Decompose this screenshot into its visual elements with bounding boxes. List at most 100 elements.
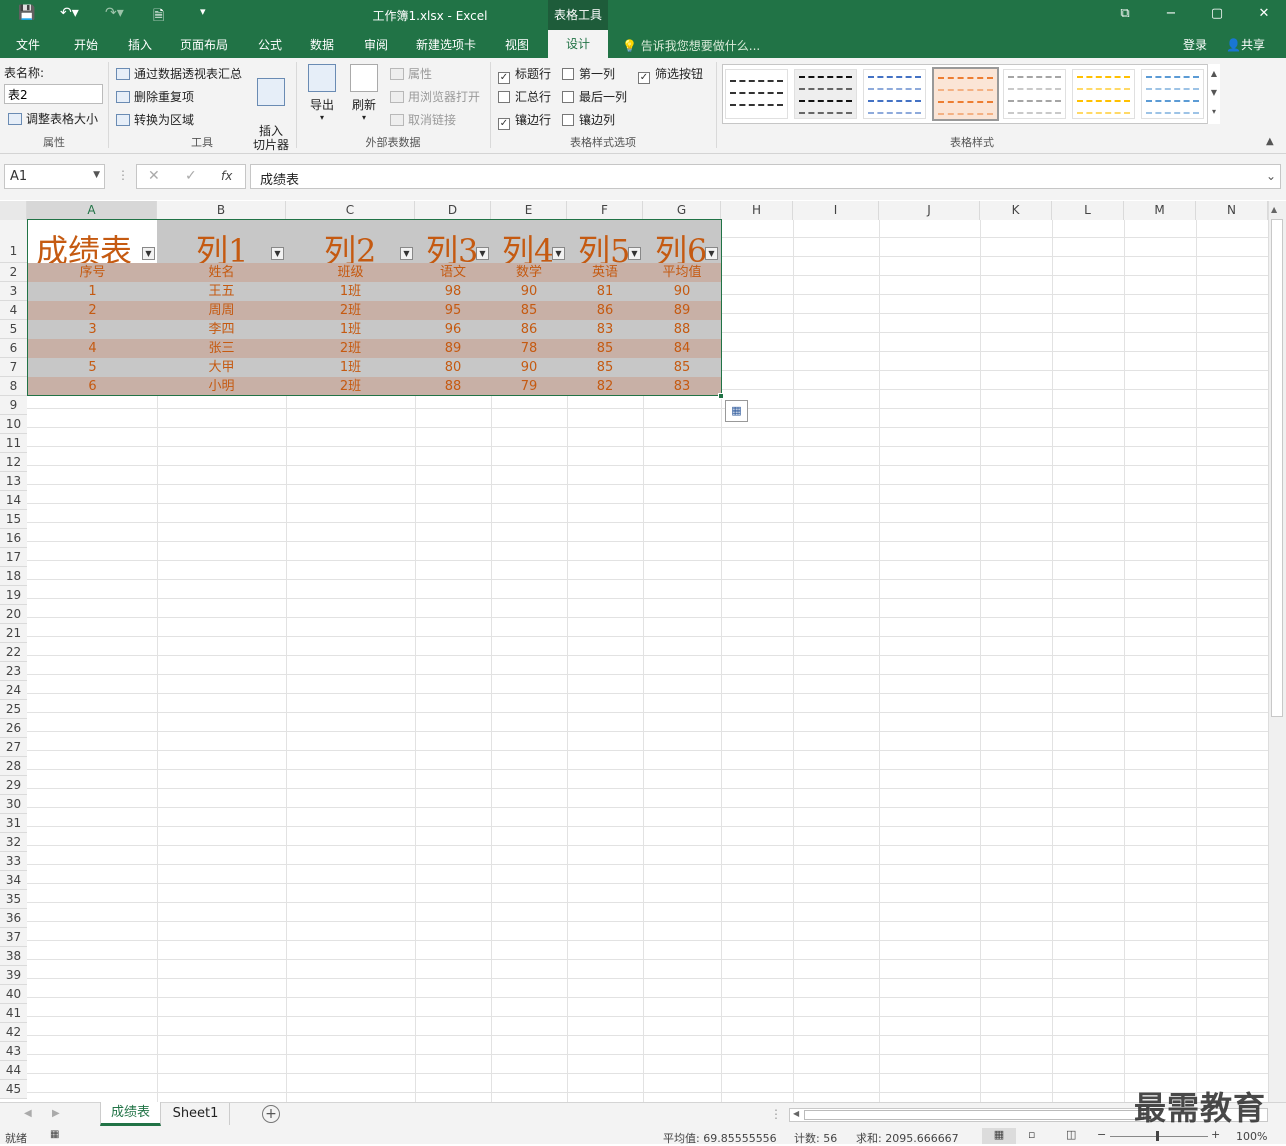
style-swatch[interactable] xyxy=(1072,69,1135,119)
tab-file[interactable]: 文件 xyxy=(16,36,40,53)
collapse-ribbon-icon[interactable]: ▲ xyxy=(1266,136,1274,147)
table-cell[interactable]: 82 xyxy=(567,377,643,396)
scroll-up-icon[interactable]: ▲ xyxy=(1271,205,1277,214)
table-cell[interactable]: 序号 xyxy=(28,263,157,282)
row-header[interactable]: 35 xyxy=(0,890,27,909)
table-cell[interactable]: 英语 xyxy=(567,263,643,282)
unlink-button[interactable]: 取消链接 xyxy=(390,111,456,128)
row-header[interactable]: 7 xyxy=(0,358,27,377)
row-header[interactable]: 5 xyxy=(0,320,27,339)
row-header[interactable]: 28 xyxy=(0,757,27,776)
tab-design[interactable]: 设计 xyxy=(548,30,608,58)
column-header[interactable]: F xyxy=(567,201,643,220)
table-cell[interactable]: 5 xyxy=(28,358,157,377)
row-header[interactable]: 9 xyxy=(0,396,27,415)
pivot-summary-button[interactable]: 通过数据透视表汇总 xyxy=(116,65,242,82)
table-cell[interactable]: 数学 xyxy=(491,263,567,282)
page-layout-view-icon[interactable]: ▫ xyxy=(1028,1128,1035,1141)
table-cell[interactable]: 85 xyxy=(567,339,643,358)
fill-handle[interactable] xyxy=(718,393,724,399)
style-swatch[interactable] xyxy=(794,69,857,119)
total-row-checkbox[interactable]: 汇总行 xyxy=(498,88,551,105)
select-all-corner[interactable] xyxy=(0,201,27,220)
style-swatch[interactable] xyxy=(863,69,926,119)
column-header[interactable]: E xyxy=(491,201,567,220)
row-header[interactable]: 21 xyxy=(0,624,27,643)
filter-dropdown-icon[interactable]: ▼ xyxy=(142,247,155,260)
resize-table-button[interactable]: 调整表格大小 xyxy=(8,110,98,127)
table-cell[interactable]: 89 xyxy=(415,339,491,358)
table-cell[interactable]: 周周 xyxy=(157,301,286,320)
column-header[interactable]: B xyxy=(157,201,286,220)
cancel-icon[interactable]: ✕ xyxy=(148,168,160,184)
row-header[interactable]: 37 xyxy=(0,928,27,947)
row-header[interactable]: 10 xyxy=(0,415,27,434)
scroll-left-icon[interactable]: ◀ xyxy=(793,1109,799,1118)
row-header[interactable]: 3 xyxy=(0,282,27,301)
table-cell[interactable]: 6 xyxy=(28,377,157,396)
table-cell[interactable]: 1班 xyxy=(286,358,415,377)
table-cell[interactable]: 84 xyxy=(643,339,721,358)
macro-record-icon[interactable]: ▦ xyxy=(50,1129,59,1140)
horizontal-scroll-thumb[interactable] xyxy=(804,1110,1144,1120)
row-header[interactable]: 1 xyxy=(0,220,27,263)
table-cell[interactable]: 90 xyxy=(643,282,721,301)
table-cell[interactable]: 1班 xyxy=(286,282,415,301)
sheet-tab-active[interactable]: 成绩表 xyxy=(100,1102,161,1126)
row-header[interactable]: 44 xyxy=(0,1061,27,1080)
column-header[interactable]: M xyxy=(1124,201,1196,220)
filter-dropdown-icon[interactable]: ▼ xyxy=(705,247,718,260)
row-header[interactable]: 13 xyxy=(0,472,27,491)
table-cell[interactable]: 79 xyxy=(491,377,567,396)
quick-analysis-icon[interactable]: ▦ xyxy=(725,400,748,422)
last-column-checkbox[interactable]: 最后一列 xyxy=(562,88,627,105)
formula-input[interactable]: 成绩表 ⌄ xyxy=(250,164,1281,189)
table-cell[interactable]: 88 xyxy=(643,320,721,339)
restore-button[interactable]: ▢ xyxy=(1202,6,1232,21)
row-header[interactable]: 2 xyxy=(0,263,27,282)
row-header[interactable]: 32 xyxy=(0,833,27,852)
filter-dropdown-icon[interactable]: ▼ xyxy=(271,247,284,260)
add-sheet-icon[interactable]: + xyxy=(262,1105,280,1123)
row-header[interactable]: 33 xyxy=(0,852,27,871)
table-cell[interactable]: 平均值 xyxy=(643,263,721,282)
sheet-tab[interactable]: Sheet1 xyxy=(162,1103,230,1125)
redo-icon[interactable]: ↷▾ xyxy=(105,5,124,21)
first-column-checkbox[interactable]: 第一列 xyxy=(562,65,615,82)
column-header[interactable]: G xyxy=(643,201,721,220)
login-link[interactable]: 登录 xyxy=(1183,36,1207,53)
row-header[interactable]: 41 xyxy=(0,1004,27,1023)
share-button[interactable]: 👤共享 xyxy=(1226,36,1265,53)
row-header[interactable]: 8 xyxy=(0,377,27,396)
row-header[interactable]: 39 xyxy=(0,966,27,985)
table-cell[interactable]: 2班 xyxy=(286,377,415,396)
row-header[interactable]: 40 xyxy=(0,985,27,1004)
table-cell[interactable]: 90 xyxy=(491,358,567,377)
table-cell[interactable]: 3 xyxy=(28,320,157,339)
customize-qat-icon[interactable]: ▾ xyxy=(200,5,206,18)
table-cell[interactable]: 2班 xyxy=(286,339,415,358)
prev-sheet-icon[interactable]: ◀ xyxy=(24,1108,32,1119)
row-header[interactable]: 20 xyxy=(0,605,27,624)
column-header[interactable]: N xyxy=(1196,201,1268,220)
tab-review[interactable]: 审阅 xyxy=(364,36,388,53)
row-header[interactable]: 29 xyxy=(0,776,27,795)
row-header[interactable]: 17 xyxy=(0,548,27,567)
row-header[interactable]: 4 xyxy=(0,301,27,320)
row-header[interactable]: 16 xyxy=(0,529,27,548)
refresh-button[interactable]: 刷新 ▾ xyxy=(348,64,380,122)
table-cell[interactable]: 2 xyxy=(28,301,157,320)
table-cell[interactable]: 4 xyxy=(28,339,157,358)
table-cell[interactable]: 85 xyxy=(491,301,567,320)
split-handle-icon[interactable]: ⋮ xyxy=(770,1107,782,1121)
table-cell[interactable]: 王五 xyxy=(157,282,286,301)
row-header[interactable]: 11 xyxy=(0,434,27,453)
column-header[interactable]: C xyxy=(286,201,415,220)
properties-button[interactable]: 属性 xyxy=(390,65,432,82)
table-cell[interactable]: 96 xyxy=(415,320,491,339)
row-header[interactable]: 30 xyxy=(0,795,27,814)
table-cell[interactable]: 95 xyxy=(415,301,491,320)
undo-icon[interactable]: ↶▾ xyxy=(60,5,79,21)
zoom-slider-thumb[interactable] xyxy=(1156,1131,1159,1141)
row-header[interactable]: 31 xyxy=(0,814,27,833)
